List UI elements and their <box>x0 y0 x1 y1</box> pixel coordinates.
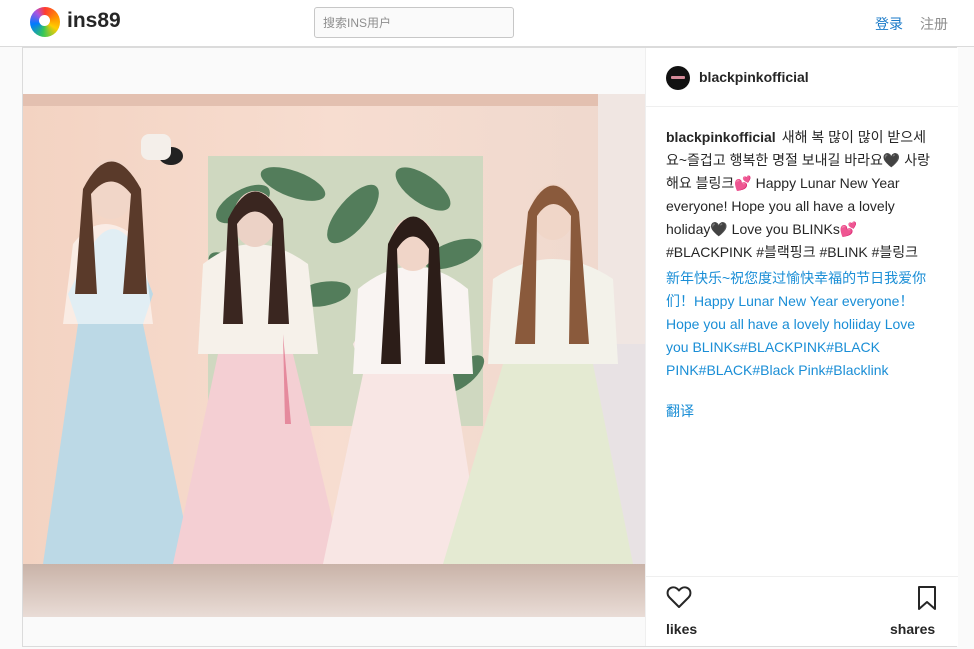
search-input[interactable] <box>314 7 514 38</box>
photo-area <box>23 48 645 646</box>
post-header: blackpinkofficial <box>646 48 958 107</box>
caption-text: 새해 복 많이 많이 받으세요~즐겁고 행복한 명절 보내길 바라요🖤 사랑해요… <box>666 129 931 260</box>
shares-label[interactable]: shares <box>890 621 935 637</box>
top-navigation-bar: ins89 登录 注册 <box>0 0 974 47</box>
header-username[interactable]: blackpinkofficial <box>699 69 809 85</box>
avatar[interactable] <box>666 66 690 90</box>
likes-label[interactable]: likes <box>666 621 697 637</box>
caption-translation: 新年快乐~祝您度过愉快幸福的节日我爱你们！Happy Lunar New Yea… <box>666 270 927 378</box>
caption-username[interactable]: blackpinkofficial <box>666 129 776 145</box>
bookmark-icon[interactable] <box>916 585 938 611</box>
post-photo[interactable] <box>23 94 645 617</box>
post-sidebar: blackpinkofficial blackpinkofficial 새해 복 … <box>645 48 958 646</box>
register-link[interactable]: 注册 <box>920 14 948 34</box>
logo-icon[interactable] <box>30 7 60 37</box>
login-link[interactable]: 登录 <box>875 14 903 34</box>
heart-icon[interactable] <box>666 585 692 609</box>
post-caption: blackpinkofficial 새해 복 많이 많이 받으세요~즐겁고 행복한… <box>666 126 938 264</box>
post-actions: likes shares <box>646 576 958 649</box>
translate-link[interactable]: 翻译 <box>666 401 694 421</box>
brand-name[interactable]: ins89 <box>67 9 121 33</box>
post-card: blackpinkofficial blackpinkofficial 새해 복 … <box>22 47 958 647</box>
